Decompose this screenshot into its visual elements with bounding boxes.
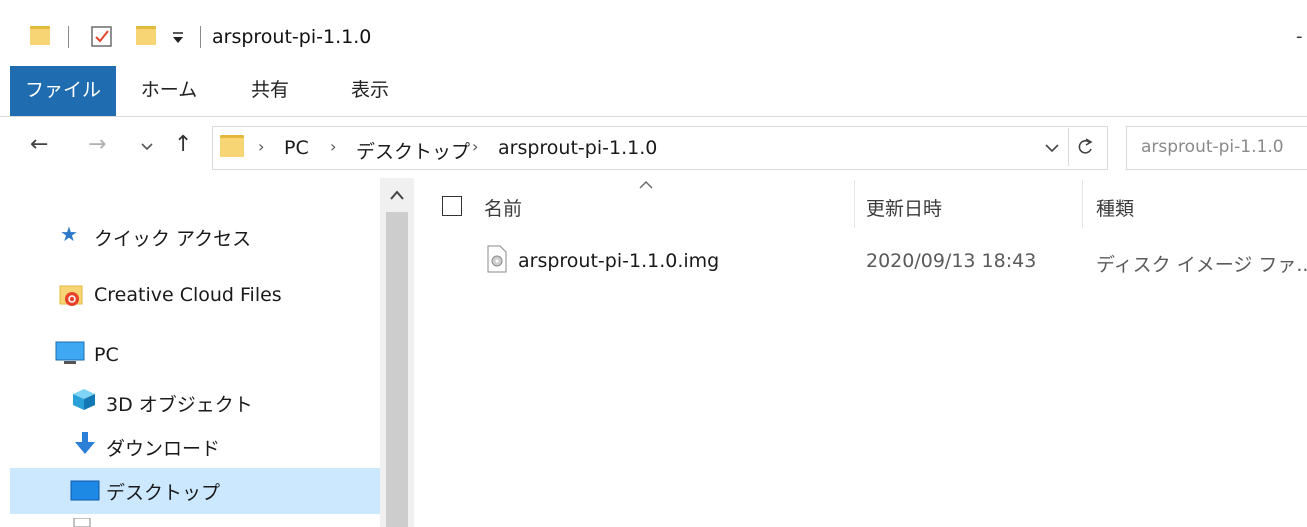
search-placeholder: arsprout-pi-1.1.0 — [1141, 137, 1284, 157]
breadcrumb-chevron[interactable]: › — [472, 137, 478, 156]
address-folder-icon — [220, 135, 244, 157]
tab-view[interactable]: 表示 — [330, 66, 410, 116]
forward-arrow-icon[interactable]: → — [88, 132, 106, 157]
tab-file[interactable]: ファイル — [10, 66, 116, 116]
breadcrumb-chevron[interactable]: › — [330, 137, 336, 156]
search-box[interactable]: arsprout-pi-1.1.0 — [1126, 126, 1307, 170]
refresh-icon[interactable] — [1074, 136, 1096, 158]
nav-item-downloads[interactable]: ダウンロード — [106, 434, 220, 461]
pc-icon — [55, 341, 85, 364]
nav-item-pc[interactable]: PC — [94, 344, 119, 366]
tab-share[interactable]: 共有 — [230, 66, 310, 116]
customize-toolbar-icon[interactable] — [170, 30, 186, 46]
recent-locations-chevron-icon[interactable] — [140, 140, 154, 154]
address-history-chevron-icon[interactable] — [1044, 140, 1060, 156]
nav-item-creative-cloud-files[interactable]: Creative Cloud Files — [94, 284, 282, 306]
toolbar-divider — [200, 26, 201, 48]
back-arrow-icon[interactable]: ← — [30, 132, 48, 157]
desktop-icon — [70, 480, 100, 501]
column-divider[interactable] — [854, 180, 855, 228]
download-arrow-icon — [75, 432, 95, 454]
column-divider[interactable] — [1082, 180, 1083, 228]
breadcrumb-chevron[interactable]: › — [258, 137, 264, 156]
file-modified: 2020/09/13 18:43 — [866, 250, 1037, 272]
disk-image-file-icon — [487, 245, 507, 273]
breadcrumb-current-folder[interactable]: arsprout-pi-1.1.0 — [498, 137, 657, 159]
star-icon: ★ — [60, 222, 78, 246]
column-header-type[interactable]: 種類 — [1096, 194, 1134, 221]
address-bar[interactable] — [212, 126, 1108, 170]
tab-home[interactable]: ホーム — [128, 66, 210, 116]
address-divider — [1068, 128, 1069, 166]
window-edge-glyph: - — [1296, 26, 1303, 47]
select-all-checkbox[interactable] — [442, 196, 462, 216]
nav-item-3d-objects[interactable]: 3D オブジェクト — [106, 390, 253, 417]
creative-cloud-folder-icon — [59, 285, 83, 306]
up-arrow-icon[interactable]: ↑ — [174, 132, 192, 157]
file-type: ディスク イメージ ファ... — [1096, 254, 1307, 276]
window-title: arsprout-pi-1.1.0 — [212, 26, 372, 48]
breadcrumb-pc[interactable]: PC — [284, 137, 309, 159]
toolbar-divider — [68, 26, 69, 48]
title-bar — [0, 0, 1307, 66]
nav-scroll-thumb[interactable] — [386, 212, 408, 527]
file-name[interactable]: arsprout-pi-1.1.0.img — [518, 250, 719, 272]
column-header-name[interactable]: 名前 — [484, 194, 522, 221]
documents-icon — [73, 518, 91, 527]
3d-objects-icon — [73, 389, 95, 410]
breadcrumb-desktop[interactable]: デスクトップ — [356, 137, 470, 164]
properties-checkbox-icon[interactable] — [90, 25, 114, 49]
column-header-modified[interactable]: 更新日時 — [866, 194, 942, 221]
sort-ascending-icon — [639, 181, 653, 189]
folder-icon — [30, 26, 50, 45]
scroll-up-icon[interactable] — [389, 188, 405, 202]
nav-item-desktop[interactable]: デスクトップ — [106, 478, 220, 505]
nav-item-quick-access[interactable]: クイック アクセス — [94, 224, 251, 251]
new-folder-icon[interactable] — [136, 26, 156, 45]
